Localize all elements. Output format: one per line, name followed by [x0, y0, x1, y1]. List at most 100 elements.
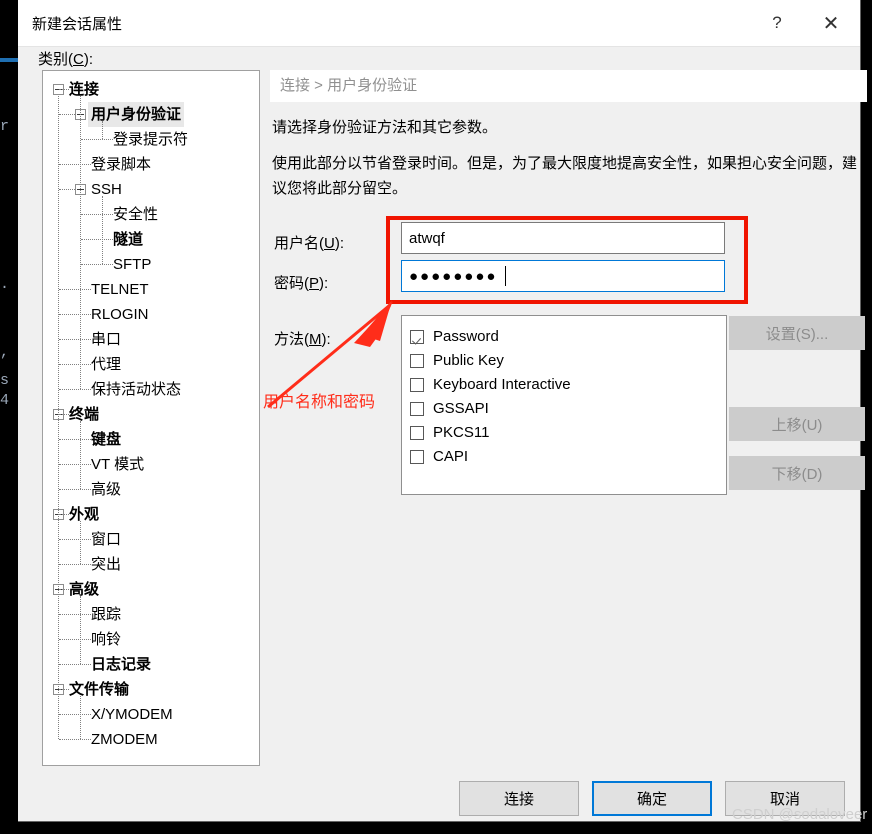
method-list-item[interactable]: GSSAPI — [410, 397, 726, 421]
tree-item-label: ZMODEM — [91, 731, 158, 748]
breadcrumb: 连接 > 用户身份验证 — [270, 70, 867, 102]
tree-item-label: 窗口 — [91, 531, 122, 548]
category-tree[interactable]: 连接 用户身份验证 登录提示符 登录脚本 SSH 安全性 隧道 SFTP TELNET RLOGI… — [43, 71, 259, 752]
password-label-prefix: 密码( — [274, 275, 309, 292]
session-properties-dialog: 新建会话属性 ? ✕ 类别(C): 连接 用户身份验证 登录提示符 登录脚本 SSH 安全… — [18, 0, 867, 823]
checkbox-icon[interactable] — [410, 378, 424, 392]
tree-item[interactable]: 终端 — [43, 402, 259, 427]
tree-item[interactable]: 高级 — [43, 577, 259, 602]
tree-guide-line — [59, 289, 91, 291]
tree-guide-line — [59, 364, 91, 366]
tree-item[interactable]: SFTP — [43, 252, 259, 277]
tree-item-label: 安全性 — [113, 206, 159, 223]
checkbox-icon[interactable] — [410, 450, 424, 464]
tree-guide-line — [59, 639, 91, 641]
tree-guide-line — [59, 514, 69, 516]
tree-item-label: RLOGIN — [91, 306, 149, 323]
password-input[interactable] — [401, 260, 725, 292]
tree-item[interactable]: 用户身份验证 — [43, 102, 259, 127]
tree-guide-line — [102, 121, 104, 139]
tree-item-label: 保持活动状态 — [91, 381, 182, 398]
tree-item[interactable]: 文件传输 — [43, 677, 259, 702]
settings-pane: 连接 > 用户身份验证 请选择身份验证方法和其它参数。 使用此部分以节省登录时间… — [270, 70, 870, 495]
tree-item-label: VT 模式 — [91, 456, 145, 473]
tree-guide-line — [59, 89, 69, 91]
tree-item-label: 响铃 — [91, 631, 122, 648]
help-icon[interactable]: ? — [754, 0, 800, 46]
tree-guide-line — [81, 239, 113, 241]
tree-guide-line — [59, 739, 91, 741]
watermark: CSDN @sodaloveer — [732, 806, 868, 823]
tree-item[interactable]: 登录提示符 — [43, 127, 259, 152]
checkbox-checked-icon[interactable] — [410, 330, 424, 344]
background-terminal-line: 4 — [0, 392, 10, 409]
tree-item-label: X/YMODEM — [91, 706, 173, 723]
username-label-suffix: ): — [334, 235, 345, 252]
tree-guide-line — [102, 196, 104, 264]
username-label-prefix: 用户名( — [274, 235, 324, 252]
method-checkbox-list[interactable]: Password Public Key Keyboard Interactive GS… — [401, 315, 727, 495]
method-list-item[interactable]: Public Key — [410, 349, 726, 373]
category-label-accesskey: C — [73, 51, 84, 68]
tree-guide-line — [59, 114, 75, 116]
annotation-text: 用户名称和密码 — [263, 394, 376, 411]
tree-item-label: 登录脚本 — [91, 156, 152, 173]
tree-guide-line — [59, 539, 91, 541]
close-icon[interactable]: ✕ — [808, 0, 854, 46]
background-accent-bar — [0, 58, 18, 62]
move-up-button[interactable]: 上移(U) — [729, 407, 865, 441]
method-list-item[interactable]: PKCS11 — [410, 421, 726, 445]
move-down-button[interactable]: 下移(D) — [729, 456, 865, 490]
description-line-1: 请选择身份验证方法和其它参数。 — [272, 119, 498, 136]
method-list-item[interactable]: Password — [410, 325, 726, 349]
method-label-prefix: 方法( — [274, 331, 309, 348]
tree-guide-line — [81, 214, 113, 216]
tree-item[interactable]: SSH — [43, 177, 259, 202]
category-tree-panel[interactable]: 连接 用户身份验证 登录提示符 登录脚本 SSH 安全性 隧道 SFTP TELNET RLOGI… — [42, 70, 260, 766]
tree-guide-line — [58, 96, 60, 739]
settings-button[interactable]: 设置(S)... — [729, 316, 865, 350]
tree-guide-line — [59, 464, 91, 466]
tree-item-label: SSH — [91, 181, 122, 198]
background-terminal-line: , — [0, 344, 10, 361]
tree-item-label: 连接 — [69, 81, 100, 98]
tree-item-label: 串口 — [91, 331, 122, 348]
checkbox-icon[interactable] — [410, 402, 424, 416]
category-label-prefix: 类别( — [38, 51, 73, 68]
method-list-item-label: Keyboard Interactive — [433, 376, 571, 393]
tree-guide-line — [59, 189, 75, 191]
tree-guide-line — [80, 596, 82, 664]
checkbox-icon[interactable] — [410, 426, 424, 440]
tree-item-label: 突出 — [91, 556, 122, 573]
tree-guide-line — [59, 314, 91, 316]
tree-item-label: 终端 — [69, 406, 100, 423]
tree-guide-line — [59, 564, 91, 566]
tree-item[interactable]: 外观 — [43, 502, 259, 527]
tree-item-label: 高级 — [69, 581, 100, 598]
password-label: 密码(P): — [274, 272, 328, 293]
tree-item[interactable]: 安全性 — [43, 202, 259, 227]
method-list-item[interactable]: Keyboard Interactive — [410, 373, 726, 397]
method-label-accesskey: M — [309, 331, 322, 348]
method-list-item-label: Password — [433, 328, 499, 345]
method-list-item-label: PKCS11 — [433, 424, 490, 441]
tree-guide-line — [59, 589, 69, 591]
tree-item[interactable]: 隧道 — [43, 227, 259, 252]
method-list-item-label: GSSAPI — [433, 400, 489, 417]
tree-item-label: 文件传输 — [69, 681, 130, 698]
method-label: 方法(M): — [274, 328, 331, 349]
method-list-item[interactable]: CAPI — [410, 445, 726, 469]
tree-item[interactable]: 连接 — [43, 77, 259, 102]
tree-item-label: 外观 — [69, 506, 100, 523]
tree-item-label: 代理 — [91, 356, 122, 373]
method-list-item-label: CAPI — [433, 448, 469, 465]
password-text-caret — [505, 266, 506, 286]
tree-guide-line — [80, 521, 82, 564]
connect-button[interactable]: 连接 — [459, 781, 579, 816]
checkbox-icon[interactable] — [410, 354, 424, 368]
dialog-title-bar: 新建会话属性 ? ✕ — [18, 0, 860, 47]
username-input[interactable] — [401, 222, 725, 254]
tree-guide-line — [59, 489, 91, 491]
method-label-suffix: ): — [321, 331, 331, 348]
ok-button[interactable]: 确定 — [592, 781, 712, 816]
